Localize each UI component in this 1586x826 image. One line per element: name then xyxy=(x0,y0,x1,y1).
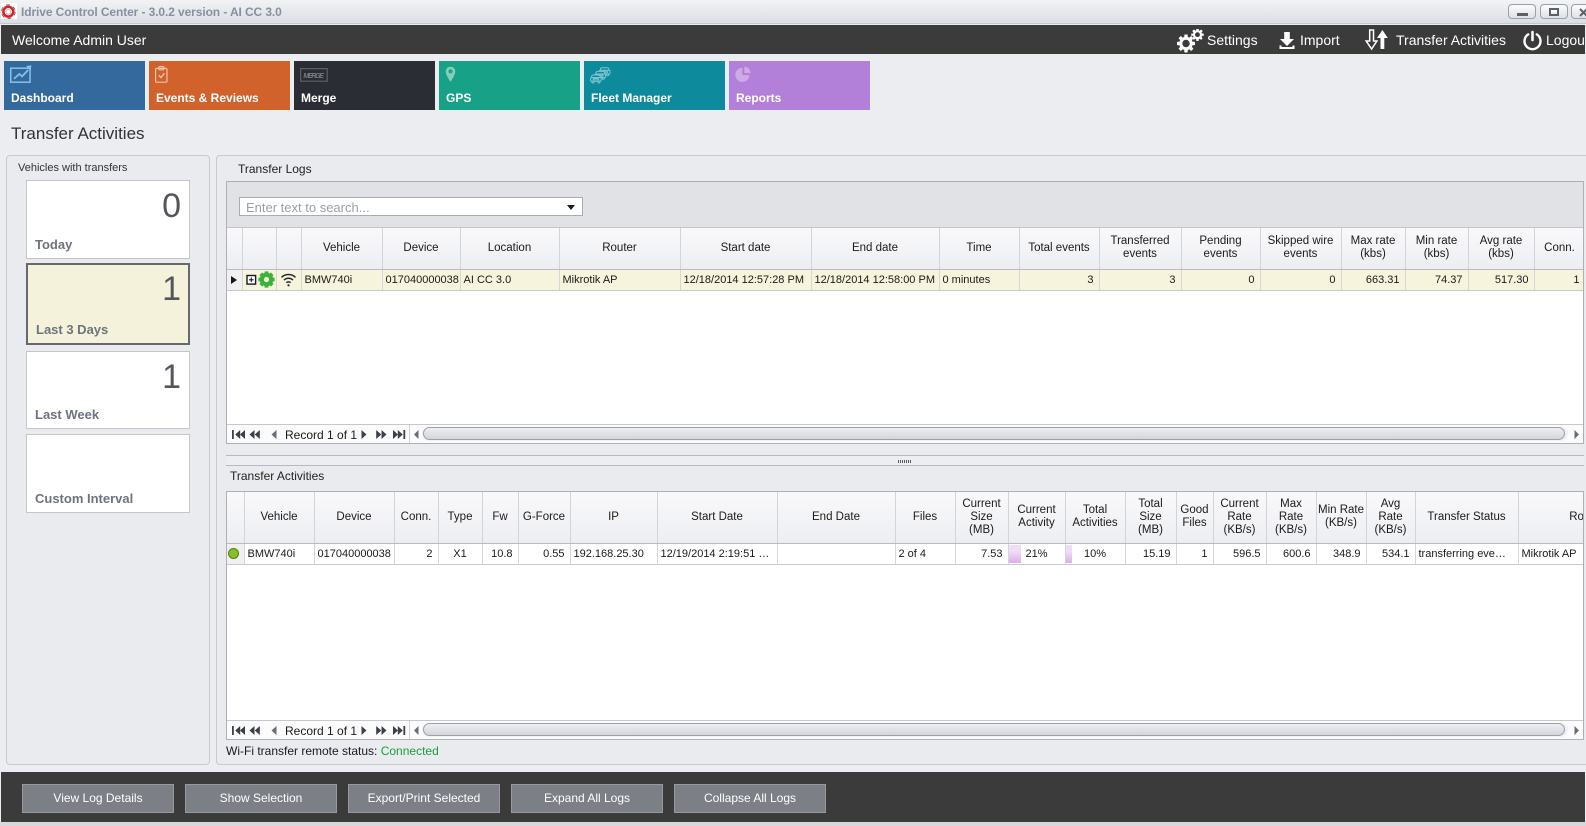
svg-text:MERGE: MERGE xyxy=(303,73,324,80)
